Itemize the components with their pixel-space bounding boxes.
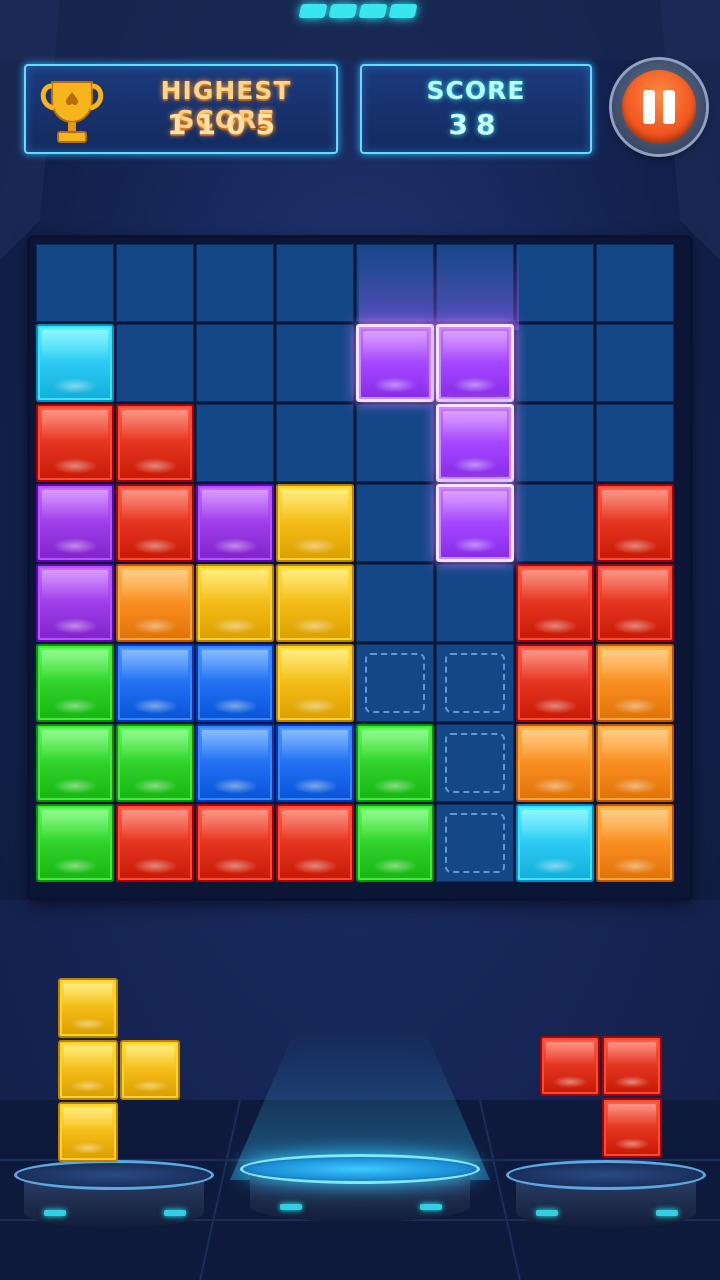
board-cell[interactable] [356,564,434,642]
block-red [276,804,354,882]
board-cell[interactable] [516,324,594,402]
board-cell[interactable] [596,324,674,402]
block-orange [116,564,194,642]
placement-hint-cell [445,653,505,713]
block-cyan [516,804,594,882]
ceiling-light [296,0,424,24]
board-cell[interactable] [276,404,354,482]
board-cell[interactable] [356,484,434,562]
block-red [596,484,674,562]
active-piece-block[interactable] [356,324,434,402]
tray-block-red [602,1098,662,1158]
board-cell[interactable] [436,564,514,642]
block-yellow [276,644,354,722]
active-piece-block[interactable] [436,404,514,482]
placement-hint-cell [365,653,425,713]
board-cell[interactable] [196,244,274,322]
block-red [116,804,194,882]
drop-highlight [359,244,519,330]
block-red [116,404,194,482]
block-blue [196,724,274,802]
block-yellow [276,564,354,642]
pause-button[interactable] [612,60,706,154]
board-cell[interactable] [596,404,674,482]
block-green [356,724,434,802]
board-cell[interactable] [116,244,194,322]
board-cell[interactable] [36,244,114,322]
board-cell[interactable] [276,324,354,402]
trophy-icon [40,81,104,143]
block-blue [196,644,274,722]
block-blue [116,644,194,722]
pause-icon [622,70,696,144]
tray-block-yellow [58,1102,118,1162]
block-red [196,804,274,882]
block-purple [36,484,114,562]
board-cell[interactable] [116,324,194,402]
block-purple [36,564,114,642]
tray-block-yellow [58,1040,118,1100]
block-red [516,644,594,722]
block-green [116,724,194,802]
highest-score-value: 1105 [167,108,285,141]
board-cell[interactable] [596,244,674,322]
board-cell[interactable] [516,404,594,482]
board-cell[interactable] [276,244,354,322]
block-cyan [36,324,114,402]
placement-hint-cell [445,813,505,873]
block-yellow [196,564,274,642]
block-red [596,564,674,642]
tray-block-yellow [120,1040,180,1100]
board-cell[interactable] [516,484,594,562]
tray-block-red [602,1036,662,1096]
block-orange [516,724,594,802]
active-piece-block[interactable] [436,484,514,562]
block-yellow [276,484,354,562]
score-value: 38 [448,108,504,141]
board-cell[interactable] [196,404,274,482]
block-orange [596,724,674,802]
block-green [36,644,114,722]
block-green [36,804,114,882]
block-green [36,724,114,802]
block-purple [196,484,274,562]
board-cell[interactable] [516,244,594,322]
highest-score-panel: HIGHEST SCORE 1105 [24,64,338,154]
tray-block-yellow [58,978,118,1038]
pedestal-center [240,1154,480,1230]
block-orange [596,644,674,722]
board-cell[interactable] [196,324,274,402]
block-red [36,404,114,482]
placement-hint-cell [445,733,505,793]
active-piece-block[interactable] [436,324,514,402]
block-blue [276,724,354,802]
block-red [516,564,594,642]
score-label: SCORE [426,76,526,105]
game-board[interactable] [30,238,690,898]
pedestal-right [506,1160,706,1230]
tray-block-red [540,1036,600,1096]
score-panel: SCORE 38 [360,64,592,154]
block-green [356,804,434,882]
pedestal-left [14,1160,214,1230]
block-orange [596,804,674,882]
block-red [116,484,194,562]
board-cell[interactable] [356,404,434,482]
